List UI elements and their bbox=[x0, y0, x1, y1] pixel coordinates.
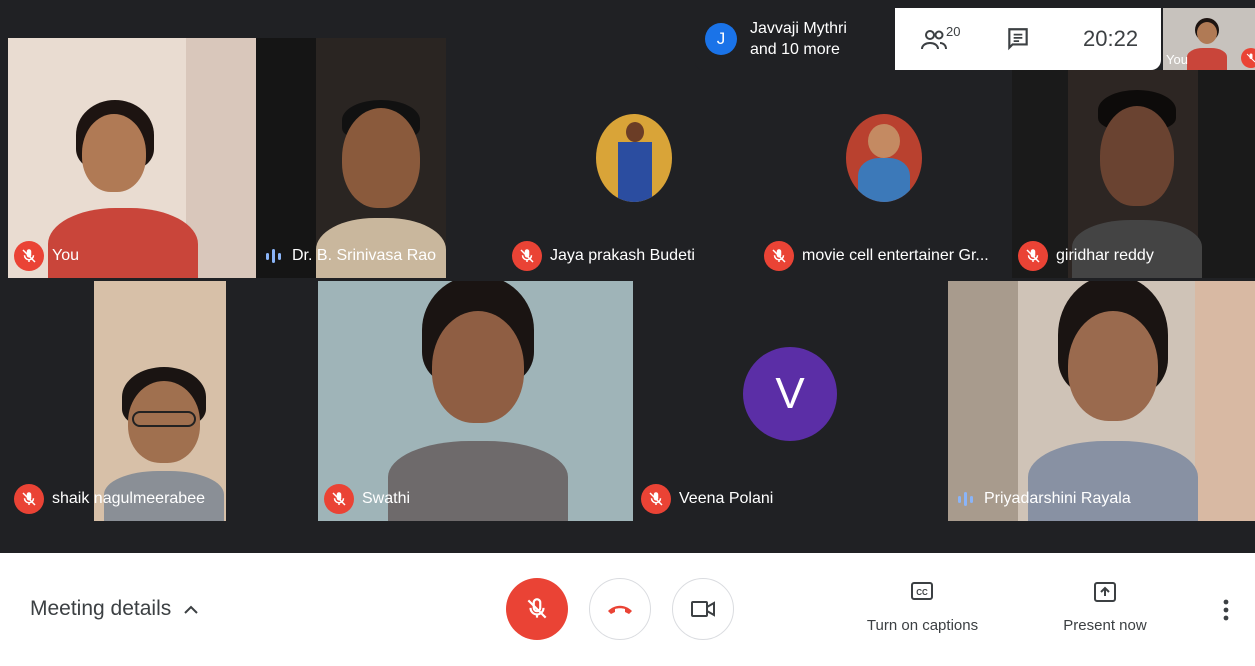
tile-name: Swathi bbox=[362, 490, 411, 507]
meeting-details-label: Meeting details bbox=[30, 597, 172, 620]
closed-captions-icon: CC bbox=[911, 582, 933, 600]
captions-button[interactable]: CC Turn on captions bbox=[855, 581, 990, 641]
joined-more: and 10 more bbox=[750, 41, 840, 58]
video-tile-swathi[interactable]: Swathi bbox=[318, 281, 633, 521]
video-tile-veena[interactable]: V Veena Polani bbox=[635, 281, 945, 521]
mic-off-icon bbox=[641, 484, 671, 514]
svg-text:CC: CC bbox=[916, 588, 928, 597]
tile-name: Priyadarshini Rayala bbox=[984, 490, 1131, 507]
video-tile-you[interactable]: You bbox=[8, 38, 256, 278]
tile-name: movie cell entertainer Gr... bbox=[802, 247, 989, 264]
meeting-status-card: 20 20:22 bbox=[895, 8, 1161, 70]
mic-off-icon bbox=[324, 484, 354, 514]
joined-notification[interactable]: J Javvaji Mythri and 10 more bbox=[695, 8, 895, 70]
avatar-initial: V bbox=[775, 369, 805, 418]
mic-off-icon bbox=[764, 241, 794, 271]
tile-name: Dr. B. Srinivasa Rao bbox=[292, 247, 437, 264]
speaking-indicator-icon bbox=[262, 247, 284, 265]
more-vertical-icon bbox=[1223, 599, 1229, 621]
speaking-indicator-icon bbox=[954, 490, 976, 508]
chat-icon bbox=[1008, 28, 1028, 51]
hang-up-icon bbox=[608, 605, 632, 614]
present-now-label: Present now bbox=[1063, 617, 1147, 634]
mic-off-icon bbox=[14, 241, 44, 271]
captions-label: Turn on captions bbox=[866, 617, 979, 634]
camera-toggle-button[interactable] bbox=[672, 578, 734, 640]
top-info-bar: J Javvaji Mythri and 10 more 20 20:22 bbox=[695, 8, 1161, 70]
participant-count: 20 bbox=[946, 24, 961, 39]
mic-off-icon bbox=[512, 241, 542, 271]
tile-name: Veena Polani bbox=[679, 490, 774, 507]
mic-off-icon bbox=[14, 484, 44, 514]
video-tile-srinivasa-rao[interactable]: Dr. B. Srinivasa Rao bbox=[256, 38, 446, 278]
profile-avatar bbox=[846, 114, 922, 202]
mic-off-icon bbox=[527, 598, 547, 619]
meeting-details-button[interactable]: Meeting details bbox=[30, 597, 199, 621]
chevron-up-icon bbox=[184, 605, 198, 614]
video-tile-shaik[interactable]: shaik nagulmeerabee bbox=[8, 281, 248, 521]
more-options-button[interactable] bbox=[1214, 595, 1238, 625]
control-bar: Meeting details CC Turn on captions Pres… bbox=[0, 553, 1255, 666]
present-now-button[interactable]: Present now bbox=[1050, 581, 1160, 641]
joined-name: Javvaji Mythri bbox=[750, 20, 847, 37]
joined-initial: J bbox=[716, 29, 726, 48]
mic-off-icon bbox=[1018, 241, 1048, 271]
video-grid: You Dr. B. Srinivasa Rao Jaya prakash Bu… bbox=[0, 0, 1255, 553]
mic-off-icon bbox=[1241, 48, 1255, 68]
video-camera-icon bbox=[691, 601, 715, 617]
video-tile-movie-cell[interactable]: movie cell entertainer Gr... bbox=[758, 38, 1010, 278]
joined-avatar: J bbox=[705, 23, 737, 55]
clock: 20:22 bbox=[1083, 26, 1139, 51]
profile-avatar bbox=[596, 114, 672, 202]
video-tile-giridhar[interactable]: giridhar reddy bbox=[1012, 70, 1255, 278]
tile-name: You bbox=[52, 247, 79, 264]
tile-name: Jaya prakash Budeti bbox=[550, 247, 695, 264]
video-tile-jaya-prakash[interactable]: Jaya prakash Budeti bbox=[506, 38, 756, 278]
people-icon bbox=[921, 30, 947, 50]
self-preview[interactable]: You bbox=[1163, 8, 1255, 70]
chat-button[interactable] bbox=[1005, 26, 1031, 52]
video-tile-priyadarshini[interactable]: Priyadarshini Rayala bbox=[948, 281, 1255, 521]
tile-name: shaik nagulmeerabee bbox=[52, 490, 205, 507]
microphone-toggle-button[interactable] bbox=[506, 578, 568, 640]
participants-button[interactable]: 20 bbox=[921, 24, 971, 54]
self-label: You bbox=[1166, 52, 1188, 67]
initial-avatar: V bbox=[743, 347, 837, 441]
participant-video bbox=[388, 281, 568, 521]
present-screen-icon bbox=[1094, 582, 1116, 602]
leave-call-button[interactable] bbox=[589, 578, 651, 640]
tile-name: giridhar reddy bbox=[1056, 247, 1154, 264]
